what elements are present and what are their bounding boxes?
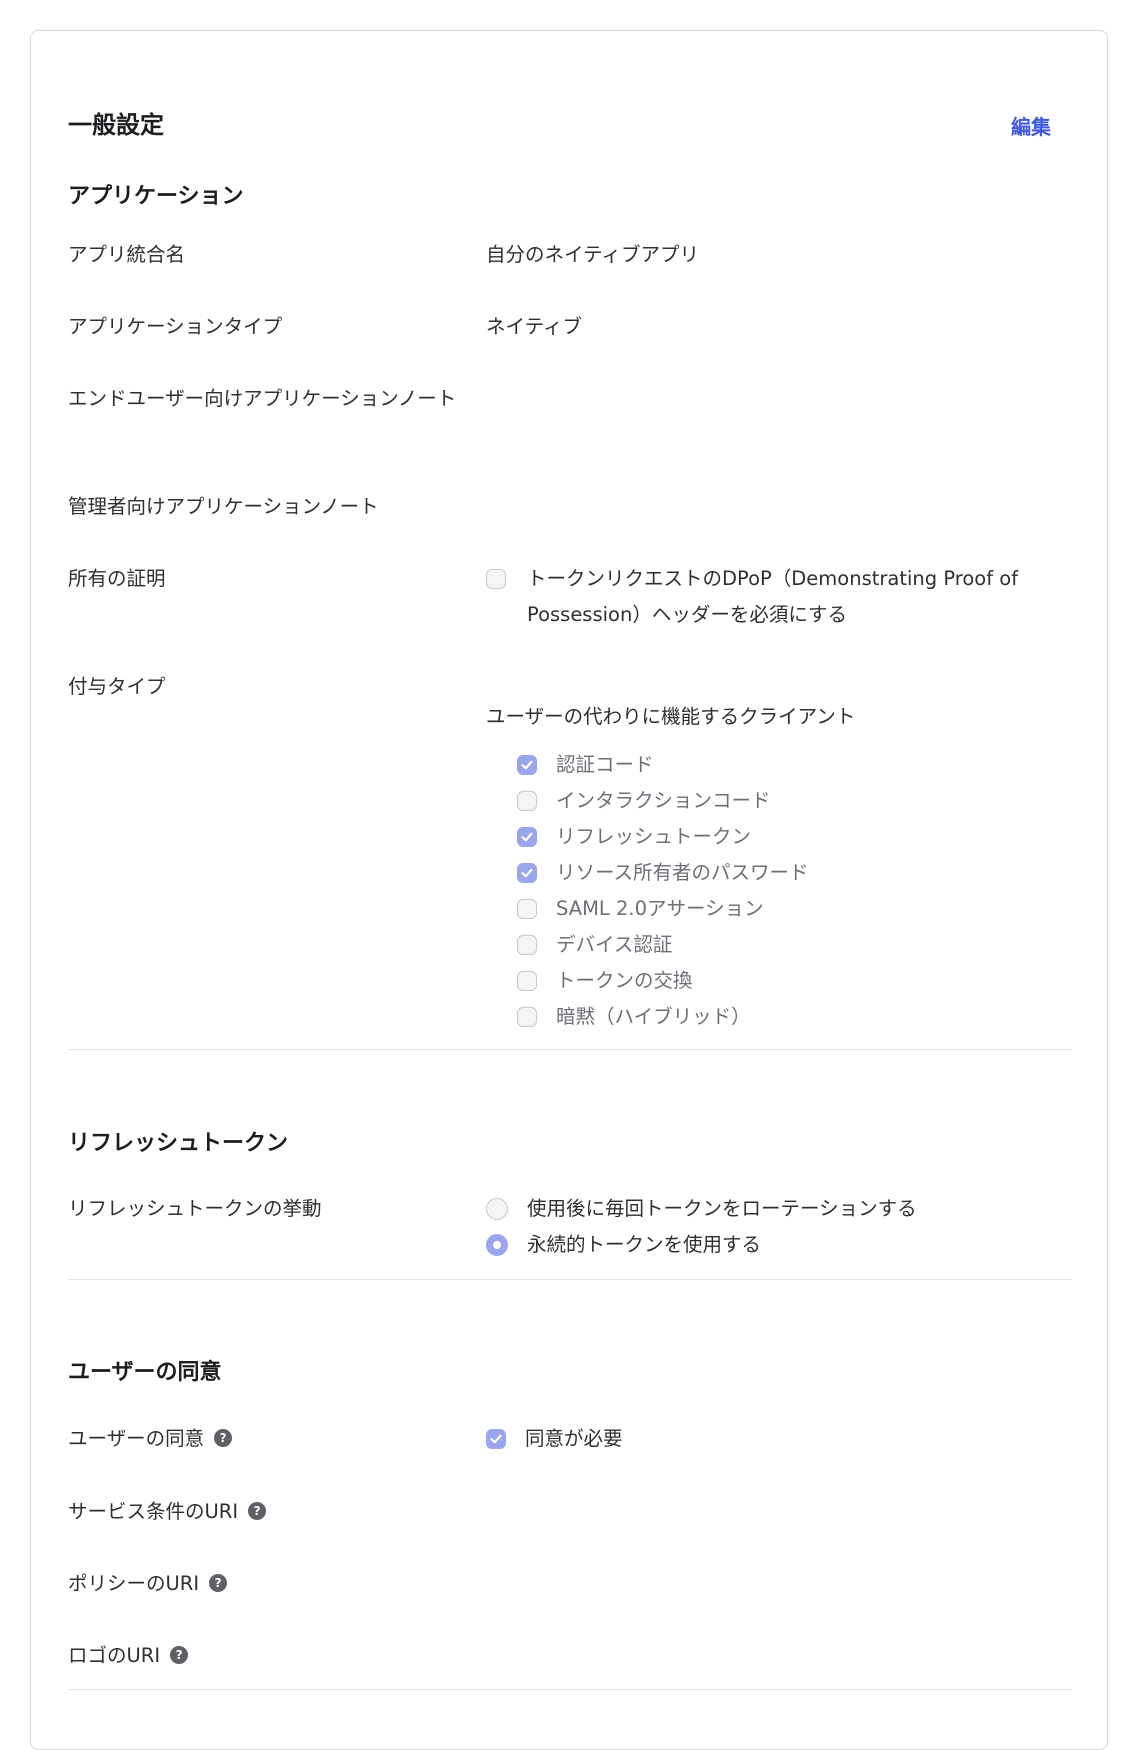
refresh-radio-selected[interactable]: [486, 1234, 508, 1256]
dpop-checkbox-label: トークンリクエストのDPoP（Demonstrating Proof of Po…: [527, 567, 1019, 626]
logo-uri-label: ロゴのURI?: [68, 1638, 189, 1674]
grant-option[interactable]: デバイス認証: [517, 927, 809, 963]
user-consent-label: ユーザーの同意?: [68, 1421, 233, 1457]
grant-option-label: デバイス認証: [556, 933, 673, 956]
grant-option[interactable]: 暗黙（ハイブリッド）: [517, 999, 809, 1035]
refresh-behavior-options: 使用後に毎回トークンをローテーションする 永続的トークンを使用する: [486, 1191, 917, 1263]
logo-uri-label-text: ロゴのURI: [68, 1644, 161, 1667]
consent-required-row[interactable]: 同意が必要: [486, 1421, 623, 1457]
grant-option-label: 認証コード: [556, 753, 654, 776]
grant-option[interactable]: インタラクションコード: [517, 783, 809, 819]
app-type-label: アプリケーションタイプ: [68, 315, 283, 338]
refresh-option-label: 永続的トークンを使用する: [527, 1233, 762, 1256]
policy-uri-label: ポリシーのURI?: [68, 1566, 228, 1602]
grant-option[interactable]: リフレッシュトークン: [517, 819, 809, 855]
end-user-note-label: エンドユーザー向けアプリケーションノート: [68, 387, 457, 410]
grant-checkbox[interactable]: [517, 1007, 537, 1027]
help-icon[interactable]: ?: [170, 1645, 189, 1664]
help-icon[interactable]: ?: [209, 1573, 228, 1592]
grant-option-label: インタラクションコード: [556, 789, 771, 812]
policy-uri-label-text: ポリシーのURI: [68, 1572, 200, 1595]
grant-option-label: トークンの交換: [556, 969, 693, 992]
refresh-option-label: 使用後に毎回トークンをローテーションする: [527, 1197, 917, 1220]
edit-link[interactable]: 編集: [1011, 111, 1051, 140]
refresh-radio[interactable]: [486, 1198, 508, 1220]
help-icon[interactable]: ?: [248, 1501, 267, 1520]
grant-option[interactable]: リソース所有者のパスワード: [517, 855, 809, 891]
grant-checkbox-checked[interactable]: [517, 827, 537, 847]
grant-options: 認証コード インタラクションコード リフレッシュトークン リソース所有者のパスワ…: [517, 747, 809, 1035]
grant-option-label: 暗黙（ハイブリッド）: [556, 1005, 751, 1028]
section-divider: [68, 1279, 1072, 1280]
proof-label: 所有の証明: [68, 567, 166, 590]
grant-option[interactable]: 認証コード: [517, 747, 809, 783]
grant-checkbox[interactable]: [517, 899, 537, 919]
grant-option[interactable]: トークンの交換: [517, 963, 809, 999]
refresh-option[interactable]: 永続的トークンを使用する: [486, 1227, 917, 1263]
admin-note-label: 管理者向けアプリケーションノート: [68, 495, 379, 518]
grant-checkbox-checked[interactable]: [517, 755, 537, 775]
grant-group-title: ユーザーの代わりに機能するクライアント: [486, 705, 856, 728]
grant-option[interactable]: SAML 2.0アサーション: [517, 891, 809, 927]
grant-option-label: リソース所有者のパスワード: [556, 861, 809, 884]
user-consent-label-text: ユーザーの同意: [68, 1427, 205, 1450]
grant-checkbox[interactable]: [517, 971, 537, 991]
general-settings-card: 一般設定 編集 アプリケーション アプリ統合名 自分のネイティブアプリ アプリケ…: [30, 30, 1108, 1750]
section-divider: [68, 1049, 1072, 1050]
grant-checkbox-checked[interactable]: [517, 863, 537, 883]
consent-required-checkbox[interactable]: [486, 1429, 506, 1449]
dpop-checkbox[interactable]: [486, 569, 506, 589]
tos-uri-label: サービス条件のURI?: [68, 1494, 267, 1530]
grant-type-label: 付与タイプ: [68, 675, 166, 698]
refresh-behavior-label: リフレッシュトークンの挙動: [68, 1197, 322, 1220]
grant-option-label: SAML 2.0アサーション: [556, 897, 764, 920]
app-name-value: 自分のネイティブアプリ: [486, 243, 699, 266]
consent-required-label: 同意が必要: [525, 1427, 623, 1450]
section-title-user-consent: ユーザーの同意: [68, 1360, 222, 1385]
help-icon[interactable]: ?: [214, 1428, 233, 1447]
app-name-label: アプリ統合名: [68, 243, 186, 266]
section-divider: [68, 1689, 1072, 1690]
grant-checkbox[interactable]: [517, 935, 537, 955]
tos-uri-label-text: サービス条件のURI: [68, 1500, 239, 1523]
card-title: 一般設定: [68, 111, 164, 139]
section-title-refresh-token: リフレッシュトークン: [68, 1131, 289, 1156]
section-title-application: アプリケーション: [68, 184, 244, 209]
app-type-value: ネイティブ: [486, 315, 582, 338]
grant-option-label: リフレッシュトークン: [556, 825, 752, 848]
refresh-option[interactable]: 使用後に毎回トークンをローテーションする: [486, 1191, 917, 1227]
grant-checkbox[interactable]: [517, 791, 537, 811]
